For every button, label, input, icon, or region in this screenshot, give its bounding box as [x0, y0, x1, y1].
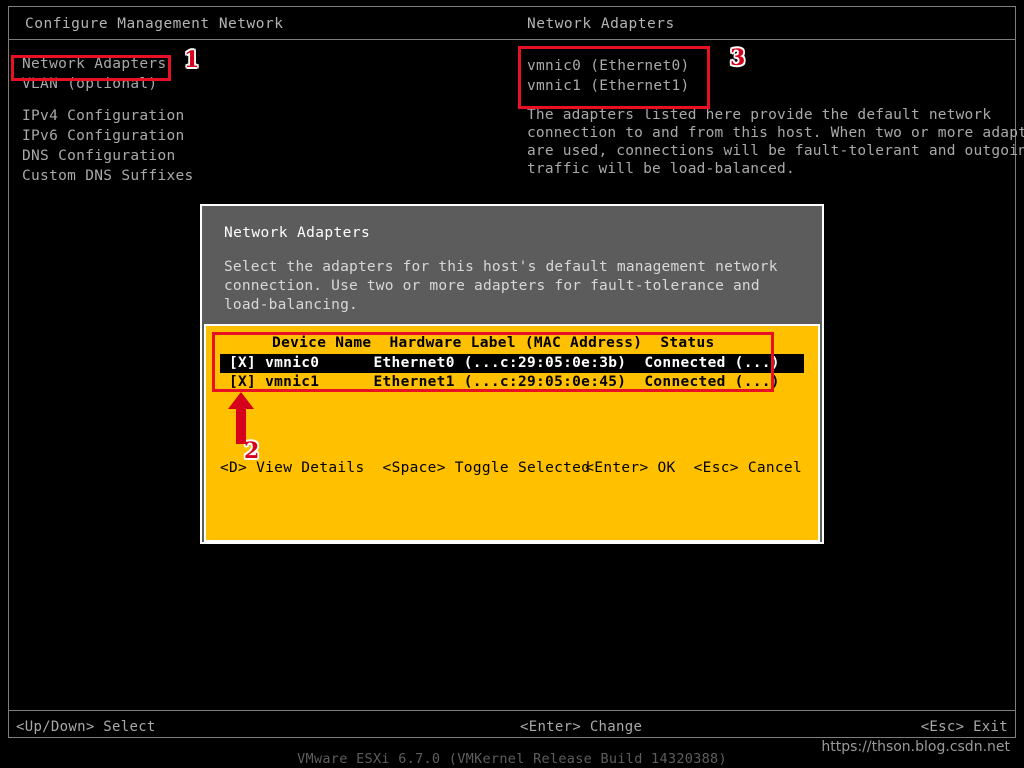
sidebar-item-network-adapters[interactable]: Network Adapters: [22, 54, 272, 74]
sidebar-item-ipv4-configuration[interactable]: IPv4 Configuration: [22, 106, 272, 126]
description-line: are used, connections will be fault-tole…: [527, 143, 1024, 159]
table-row[interactable]: [X] vmnic1 Ethernet1 (...c:29:05:0e:45) …: [220, 373, 804, 392]
table-header-row: Device Name Hardware Label (MAC Address)…: [254, 335, 715, 351]
status-key-exit[interactable]: <Esc> Exit: [921, 719, 1008, 735]
dialog-description: Select the adapters for this host's defa…: [224, 258, 784, 315]
adapter-summary-vmnic0: vmnic0 (Ethernet0): [527, 58, 690, 74]
description-line: traffic will be load-balanced.: [527, 161, 795, 177]
status-bar-divider: [9, 710, 1015, 711]
network-adapters-dialog: Network Adapters Select the adapters for…: [200, 204, 824, 544]
status-key-change[interactable]: <Enter> Change: [520, 719, 642, 735]
dialog-footer-right-keys[interactable]: <Enter> OK <Esc> Cancel: [585, 460, 802, 476]
sidebar-menu: Network Adapters VLAN (optional) IPv4 Co…: [22, 54, 272, 186]
sidebar-item-dns-configuration[interactable]: DNS Configuration: [22, 146, 272, 166]
sidebar-item-custom-dns-suffixes[interactable]: Custom DNS Suffixes: [22, 166, 272, 186]
dialog-description-line: Select the adapters for this host's defa…: [224, 259, 778, 275]
adapter-info-panel: vmnic0 (Ethernet0) vmnic1 (Ethernet1) Th…: [527, 56, 1024, 178]
dialog-footer: <D> View Details <Space> Toggle Selected…: [220, 460, 804, 524]
sidebar-item-ipv6-configuration[interactable]: IPv6 Configuration: [22, 126, 272, 146]
table-row[interactable]: [X] vmnic0 Ethernet0 (...c:29:05:0e:3b) …: [220, 354, 804, 373]
dialog-footer-left-keys[interactable]: <D> View Details <Space> Toggle Selected: [220, 460, 590, 476]
description-line: The adapters listed here provide the def…: [527, 107, 992, 123]
dialog-description-line: connection. Use two or more adapters for…: [224, 278, 760, 294]
right-panel-title: Network Adapters: [527, 16, 675, 32]
dialog-title: Network Adapters: [224, 225, 371, 241]
header-divider: [9, 39, 1015, 40]
page-title: Configure Management Network: [25, 16, 284, 32]
adapter-summary-vmnic1: vmnic1 (Ethernet1): [527, 78, 690, 94]
sidebar-item-vlan[interactable]: VLAN (optional): [22, 74, 272, 94]
dialog-description-line: load-balancing.: [224, 297, 358, 313]
status-key-select[interactable]: <Up/Down> Select: [16, 719, 156, 735]
adapter-description: The adapters listed here provide the def…: [527, 106, 1024, 178]
adapter-selection-panel: Device Name Hardware Label (MAC Address)…: [204, 324, 820, 542]
watermark-url: https://thson.blog.csdn.net: [821, 739, 1010, 755]
description-line: connection to and from this host. When t…: [527, 125, 1024, 141]
